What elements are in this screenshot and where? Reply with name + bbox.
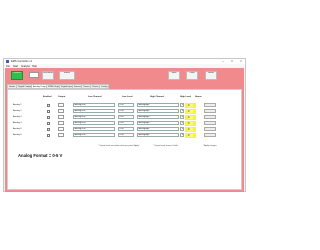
table-row: Analog 5 AnalogOut4 0.00 AnalogHigh 10.0…: [8, 127, 241, 132]
low-level-field[interactable]: 0.00: [118, 121, 134, 126]
enabled-checkbox[interactable]: [47, 121, 50, 125]
header-status: Status: [195, 96, 202, 98]
row-name: Analog 3: [13, 115, 22, 118]
header-high-level: High Level: [180, 96, 192, 98]
status-indicator: 0: [185, 109, 196, 114]
low-channel-field[interactable]: AnalogOut3: [73, 121, 115, 126]
high-channel-field[interactable]: AnalogHigh: [137, 103, 179, 108]
status-value: 0: [188, 134, 193, 137]
header-low-level: Low Level: [122, 96, 133, 98]
output-stepper[interactable]: [58, 127, 64, 132]
status-value: 0: [188, 104, 193, 107]
high-level-field[interactable]: 10.00: [180, 127, 184, 132]
port-input[interactable]: [29, 72, 39, 78]
reset-button[interactable]: [204, 115, 216, 120]
output-stepper[interactable]: [58, 109, 64, 114]
enabled-checkbox[interactable]: [47, 109, 50, 113]
high-channel-field[interactable]: AnalogHigh: [137, 133, 179, 138]
high-level-field[interactable]: 10.00: [180, 103, 184, 108]
disconnect-button[interactable]: Disconnect: [42, 71, 54, 80]
header-low-channel: Low Channel: [88, 96, 102, 98]
output-stepper[interactable]: [58, 121, 64, 126]
status-indicator: 0: [185, 103, 196, 108]
table-row: Analog 6 AnalogOut5 0.00 AnalogHigh 10.0…: [8, 133, 241, 138]
high-level-field[interactable]: 10.00: [180, 133, 184, 138]
analog-format-label: Analog Format = 0-5 V: [18, 153, 63, 158]
high-channel-field[interactable]: AnalogHigh: [137, 121, 179, 126]
save-button[interactable]: Save: [168, 71, 180, 80]
low-channel-field[interactable]: AnalogOut4: [73, 127, 115, 132]
low-level-field[interactable]: 0.00: [118, 109, 134, 114]
high-channel-field[interactable]: AnalogHigh: [137, 109, 179, 114]
reset-button[interactable]: [204, 109, 216, 114]
table-row: Analog 2 AnalogOut1 0.00 AnalogHigh 10.0…: [8, 109, 241, 114]
table-row: Analog 1 AnalogOut0 0.00 AnalogHigh 10.0…: [8, 103, 241, 108]
row-name: Analog 1: [13, 103, 22, 106]
enabled-checkbox[interactable]: [47, 127, 50, 131]
row-name: Analog 2: [13, 109, 22, 112]
window-title: EMS Controller v1: [11, 60, 33, 63]
low-channel-field[interactable]: AnalogOut5: [73, 133, 115, 138]
reset-all-button[interactable]: Reset: [205, 71, 217, 80]
status-value: 0: [188, 128, 193, 131]
reset-button[interactable]: [204, 121, 216, 126]
reset-button[interactable]: [204, 103, 216, 108]
status-indicator: 0: [185, 115, 196, 120]
status-value: 0: [188, 110, 193, 113]
low-channel-field[interactable]: AnalogOut2: [73, 115, 115, 120]
status-value: 0: [188, 122, 193, 125]
high-level-field[interactable]: 10.00: [180, 109, 184, 114]
low-level-field[interactable]: 0.00: [118, 133, 134, 138]
high-level-field[interactable]: 10.00: [180, 121, 184, 126]
status-button[interactable]: Status: [59, 71, 75, 80]
status-value: 0: [188, 116, 193, 119]
status-indicator: 0: [185, 127, 196, 132]
status-indicator: 0: [185, 121, 196, 126]
reset-button[interactable]: [204, 133, 216, 138]
reset-button[interactable]: [204, 127, 216, 132]
low-channel-field[interactable]: AnalogOut0: [73, 103, 115, 108]
enabled-checkbox[interactable]: [47, 133, 50, 137]
row-name: Analog 6: [13, 133, 22, 136]
low-channel-field[interactable]: AnalogOut1: [73, 109, 115, 114]
note-apply-changes: * Apply changes: [203, 145, 217, 147]
app-icon: [6, 60, 9, 63]
enabled-checkbox[interactable]: [47, 115, 50, 119]
header-enabled: Enabled: [43, 96, 52, 98]
header-high-channel: High Channel: [150, 96, 165, 98]
load-button[interactable]: Load: [186, 71, 198, 80]
header-output: Output: [58, 96, 66, 98]
note-volts: * Output levels shown in Volts: [153, 145, 178, 147]
high-channel-field[interactable]: AnalogHigh: [137, 127, 179, 132]
table-row: Analog 3 AnalogOut2 0.00 AnalogHigh 10.0…: [8, 115, 241, 120]
low-level-field[interactable]: 0.00: [118, 127, 134, 132]
enabled-checkbox[interactable]: [47, 103, 50, 107]
table-row: Analog 4 AnalogOut3 0.00 AnalogHigh 10.0…: [8, 121, 241, 126]
low-level-field[interactable]: 0.00: [118, 103, 134, 108]
app-window: EMS Controller v1 – □ × File Start Analy…: [3, 58, 246, 192]
low-level-field[interactable]: 0.00: [118, 115, 134, 120]
output-stepper[interactable]: [58, 133, 64, 138]
row-name: Analog 5: [13, 127, 22, 130]
output-stepper[interactable]: [58, 115, 64, 120]
row-name: Analog 4: [13, 121, 22, 124]
status-indicator: 0: [185, 133, 196, 138]
output-stepper[interactable]: [58, 103, 64, 108]
high-channel-field[interactable]: AnalogHigh: [137, 115, 179, 120]
connect-button[interactable]: Connect: [11, 71, 23, 80]
high-level-field[interactable]: 10.00: [180, 115, 184, 120]
analog-outputs-page: Enabled Output Low Channel Low Level Hig…: [7, 89, 242, 190]
main-panel: Connect Disconnect Status Save Load Rese…: [5, 68, 244, 192]
note-apply: * Output levels are written when you pre…: [98, 145, 140, 147]
